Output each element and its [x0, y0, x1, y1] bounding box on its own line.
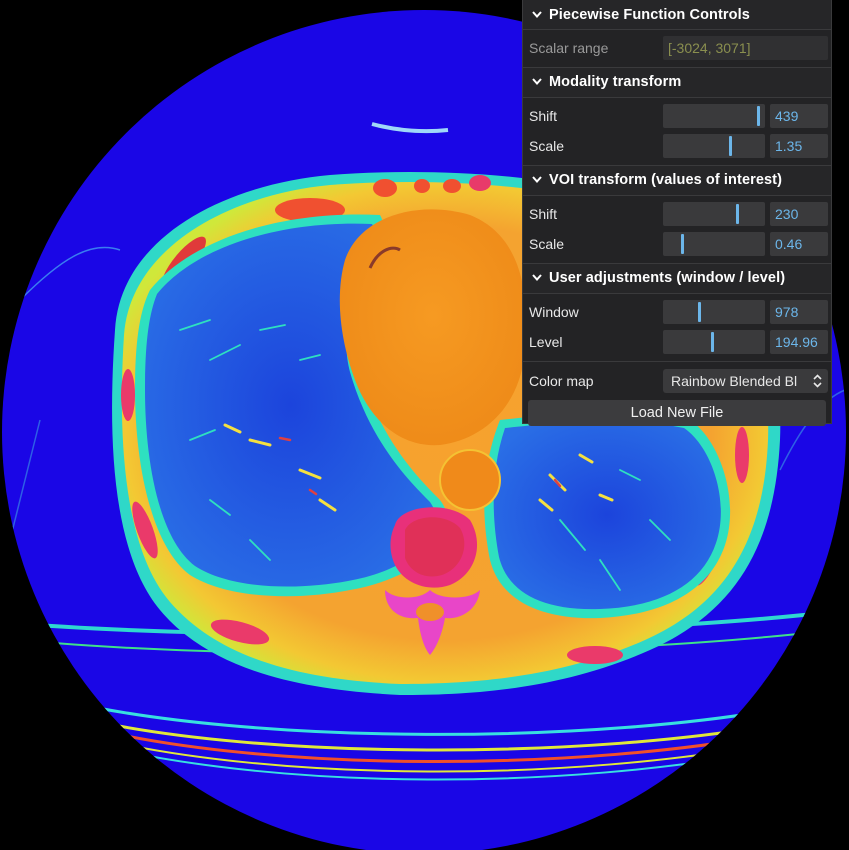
chevron-down-icon	[532, 78, 542, 86]
scalar-range-row: Scalar range [-3024, 3071]	[523, 33, 831, 64]
modality-scale-slider[interactable]	[663, 134, 765, 159]
user-adjustments-group: Window 978 Level 194.96	[523, 294, 831, 362]
level-slider[interactable]	[663, 330, 765, 355]
level-value[interactable]: 194.96	[770, 330, 828, 355]
piecewise-function-panel: Piecewise Function Controls Scalar range…	[522, 0, 832, 426]
voi-transform-header[interactable]: VOI transform (values of interest)	[523, 165, 831, 196]
modality-shift-label: Shift	[529, 107, 558, 124]
voi-shift-row: Shift 230	[523, 199, 831, 230]
modality-scale-label: Scale	[529, 138, 565, 155]
color-map-row: Color map Rainbow Blended Bl	[523, 366, 831, 397]
voi-shift-slider[interactable]	[663, 201, 765, 226]
up-down-arrows-icon	[813, 374, 822, 388]
window-value[interactable]: 978	[770, 299, 828, 324]
modality-shift-slider[interactable]	[663, 103, 765, 128]
color-map-selected-value: Rainbow Blended Bl	[671, 372, 798, 389]
voi-transform-title: VOI transform (values of interest)	[549, 172, 783, 188]
window-slider[interactable]	[663, 299, 765, 324]
scalar-range-group: Scalar range [-3024, 3071]	[523, 30, 831, 68]
modality-scale-value[interactable]: 1.35	[770, 134, 828, 159]
color-map-group: Color map Rainbow Blended Bl Load New Fi…	[523, 362, 831, 426]
load-new-file-button[interactable]: Load New File	[528, 400, 826, 426]
modality-transform-header[interactable]: Modality transform	[523, 67, 831, 98]
chevron-down-icon	[532, 274, 542, 282]
modality-scale-row: Scale 1.35	[523, 131, 831, 162]
voi-shift-value[interactable]: 230	[770, 201, 828, 226]
chevron-down-icon	[532, 176, 542, 184]
voi-shift-label: Shift	[529, 205, 558, 222]
voi-scale-label: Scale	[529, 236, 565, 253]
modality-shift-row: Shift 439	[523, 101, 831, 132]
scalar-range-field: [-3024, 3071]	[663, 36, 828, 61]
slider-handle[interactable]	[756, 105, 760, 126]
modality-transform-group: Shift 439 Scale 1.35	[523, 98, 831, 166]
slider-handle[interactable]	[681, 234, 685, 255]
slider-handle[interactable]	[729, 136, 733, 157]
modality-transform-title: Modality transform	[549, 74, 682, 90]
user-adjustments-header[interactable]: User adjustments (window / level)	[523, 263, 831, 294]
window-label: Window	[529, 303, 579, 320]
level-label: Level	[529, 334, 563, 351]
color-map-select[interactable]: Rainbow Blended Bl	[663, 368, 828, 393]
chevron-down-icon	[532, 10, 542, 18]
level-row: Level 194.96	[523, 327, 831, 358]
panel-title: Piecewise Function Controls	[549, 6, 750, 23]
slider-handle[interactable]	[736, 203, 740, 224]
scalar-range-label: Scalar range	[529, 40, 609, 57]
voi-scale-slider[interactable]	[663, 232, 765, 257]
window-row: Window 978	[523, 297, 831, 328]
modality-shift-value[interactable]: 439	[770, 103, 828, 128]
color-map-label: Color map	[529, 372, 594, 389]
slider-handle[interactable]	[710, 332, 714, 353]
panel-header[interactable]: Piecewise Function Controls	[523, 0, 831, 30]
slider-handle[interactable]	[697, 301, 701, 322]
voi-scale-value[interactable]: 0.46	[770, 232, 828, 257]
voi-scale-row: Scale 0.46	[523, 229, 831, 260]
voi-transform-group: Shift 230 Scale 0.46	[523, 196, 831, 264]
user-adjustments-title: User adjustments (window / level)	[549, 270, 786, 286]
